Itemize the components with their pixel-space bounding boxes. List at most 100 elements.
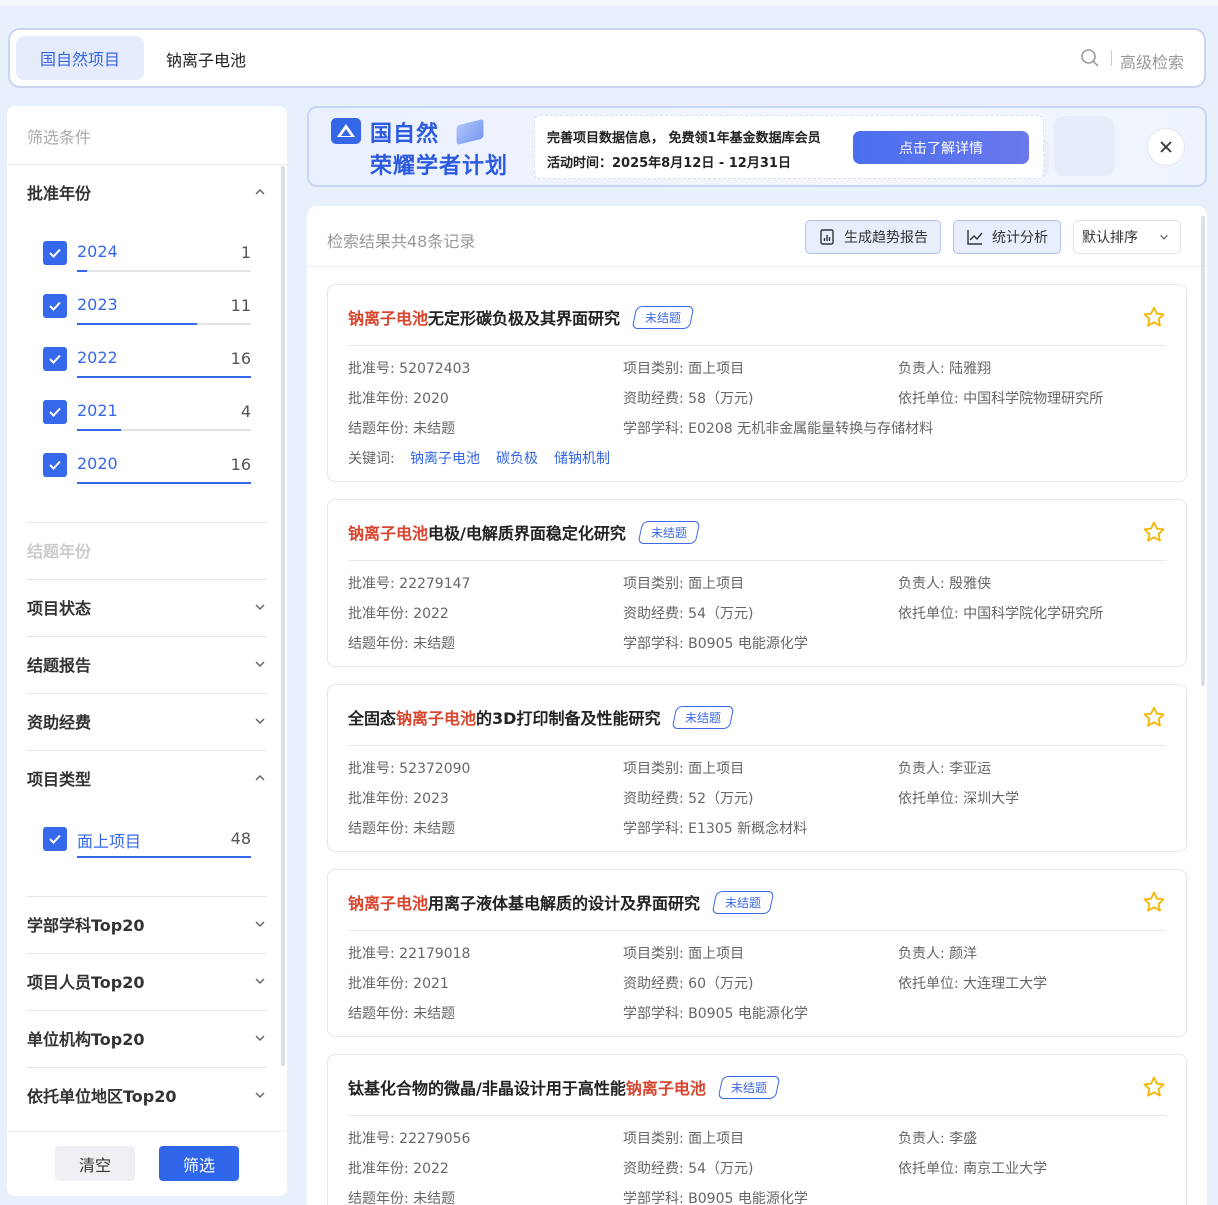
finish-year: 结题年份: 未结题 [348, 821, 456, 837]
banner-title-1: 国自然 [370, 122, 440, 147]
filter-item-year[interactable]: 2023 11 [43, 294, 251, 334]
section-final-report[interactable]: 结题报告 [27, 652, 267, 676]
trend-report-button[interactable]: 生成趋势报告 [805, 220, 941, 254]
checkbox[interactable] [43, 294, 67, 318]
project-title[interactable]: 钛基化合物的微晶/非晶设计用于高性能 钠离子电池 未结题 [348, 1075, 781, 1099]
chevron-down-icon [255, 718, 265, 725]
project-title[interactable]: 钠离子电池 无定形碳负极及其界面研究 未结题 [348, 305, 695, 329]
checkbox[interactable] [43, 453, 67, 477]
keyword-link[interactable]: 碳负极 [496, 448, 538, 468]
checkbox[interactable] [43, 241, 67, 265]
funding-amount: 资助经费: 58（万元) [623, 391, 754, 407]
finish-year: 结题年份: 未结题 [348, 636, 456, 652]
close-icon [1160, 141, 1172, 153]
results-scrollbar[interactable] [1201, 216, 1205, 686]
chevron-up-icon [255, 774, 265, 781]
section-org-top20[interactable]: 单位机构Top20 [27, 1026, 267, 1050]
result-card[interactable]: 钠离子电池 电极/电解质界面稳定化研究 未结题 批准号: 22279147 项目类… [327, 499, 1187, 667]
count-bar-fill [77, 323, 198, 325]
sidebar-scrollbar[interactable] [281, 166, 285, 1066]
filter-item-year[interactable]: 2020 16 [43, 453, 251, 493]
results-panel: 检索结果共48条记录 生成趋势报告 统计分析 默认排序 钠离子电池 无定形碳负极及… [307, 206, 1207, 1205]
approval-number: 批准号: 22279056 [348, 1131, 471, 1147]
project-category: 项目类别: 面上项目 [623, 1131, 745, 1147]
result-card[interactable]: 钛基化合物的微晶/非晶设计用于高性能 钠离子电池 未结题 批准号: 2227905… [327, 1054, 1187, 1205]
result-card[interactable]: 钠离子电池 用离子液体基电解质的设计及界面研究 未结题 批准号: 22179018… [327, 869, 1187, 1037]
title-highlight: 钠离子电池 [396, 709, 477, 728]
section-project-status[interactable]: 项目状态 [27, 595, 267, 619]
host-institution: 依托单位: 大连理工大学 [898, 976, 1048, 992]
section-subject-top20[interactable]: 学部学科Top20 [27, 912, 267, 936]
approval-number: 批准号: 22179018 [348, 946, 471, 962]
section-funding[interactable]: 资助经费 [27, 709, 267, 733]
statistics-label: 统计分析 [992, 230, 1048, 246]
title-prefix: 钛基化合物的微晶/非晶设计用于高性能 [348, 1079, 626, 1098]
funding-amount: 资助经费: 54（万元) [623, 606, 754, 622]
result-card[interactable]: 全固态 钠离子电池 的3D打印制备及性能研究 未结题 批准号: 52372090 项… [327, 684, 1187, 852]
title-highlight: 钠离子电池 [348, 524, 429, 543]
keyword-link[interactable]: 钠离子电池 [410, 448, 480, 468]
filter-item-type[interactable]: 面上项目 48 [43, 827, 251, 867]
star-icon[interactable] [1142, 890, 1166, 914]
section-person-top20[interactable]: 项目人员Top20 [27, 969, 267, 993]
subject-code: 学部学科: B0905 电能源化学 [623, 1006, 808, 1022]
search-divider [1111, 50, 1112, 66]
project-title[interactable]: 全固态 钠离子电池 的3D打印制备及性能研究 未结题 [348, 705, 735, 729]
filter-item-year[interactable]: 2021 4 [43, 400, 251, 440]
divider [27, 1067, 267, 1068]
sort-select[interactable]: 默认排序 [1073, 220, 1181, 254]
filter-button[interactable]: 筛选 [159, 1146, 239, 1181]
section-label: 批准年份 [27, 184, 92, 203]
result-count: 检索结果共48条记录 [327, 232, 476, 251]
checkbox[interactable] [43, 400, 67, 424]
banner-close-button[interactable] [1147, 128, 1185, 166]
scope-tab-nsfc[interactable]: 国自然项目 [16, 36, 144, 80]
divider [348, 745, 1166, 746]
filter-item-year[interactable]: 2022 16 [43, 347, 251, 387]
divider [27, 896, 267, 897]
banner-text-2: 活动时间：2025年8月12日 - 12月31日 [547, 156, 791, 171]
star-icon[interactable] [1142, 520, 1166, 544]
project-title[interactable]: 钠离子电池 用离子液体基电解质的设计及界面研究 未结题 [348, 890, 775, 914]
search-icon[interactable] [1080, 48, 1100, 68]
star-icon[interactable] [1142, 305, 1166, 329]
check-icon [49, 301, 61, 311]
title-highlight: 钠离子电池 [348, 894, 429, 913]
section-label: 项目类型 [27, 770, 92, 789]
finish-year: 结题年份: 未结题 [348, 421, 456, 437]
star-icon[interactable] [1142, 705, 1166, 729]
check-icon [49, 248, 61, 258]
learn-more-button[interactable]: 点击了解详情 [853, 131, 1029, 164]
section-label: 项目状态 [27, 599, 92, 618]
filter-item-year[interactable]: 2024 1 [43, 241, 251, 281]
funding-amount: 资助经费: 54（万元) [623, 1161, 754, 1177]
count-bar-fill [77, 376, 251, 378]
finish-year: 结题年份: 未结题 [348, 1191, 456, 1205]
section-region-top20[interactable]: 依托单位地区Top20 [27, 1083, 267, 1107]
filter-item-count: 11 [230, 296, 251, 315]
project-category: 项目类别: 面上项目 [623, 576, 745, 592]
advanced-search-link[interactable]: 高级检索 [1120, 49, 1184, 73]
section-approve-year[interactable]: 批准年份 [27, 180, 267, 204]
keyword-link[interactable]: 储钠机制 [554, 448, 610, 468]
section-project-type[interactable]: 项目类型 [27, 766, 267, 790]
divider [348, 930, 1166, 931]
result-card[interactable]: 钠离子电池 无定形碳负极及其界面研究 未结题 批准号: 52072403 项目类别… [327, 284, 1187, 482]
sort-label: 默认排序 [1082, 230, 1138, 246]
approve-year: 批准年份: 2022 [348, 606, 449, 622]
approval-number: 批准号: 22279147 [348, 576, 471, 592]
divider [27, 1010, 267, 1011]
chevron-down-icon [1160, 234, 1168, 240]
count-bar-fill [77, 856, 251, 858]
host-institution: 依托单位: 中国科学院物理研究所 [898, 391, 1104, 407]
project-title[interactable]: 钠离子电池 电极/电解质界面稳定化研究 未结题 [348, 520, 701, 544]
clear-button[interactable]: 清空 [55, 1146, 135, 1181]
search-input[interactable]: 钠离子电池 [166, 47, 246, 71]
star-icon[interactable] [1142, 1075, 1166, 1099]
section-finish-year[interactable]: 结题年份 [27, 538, 267, 562]
project-leader: 负责人: 陆雅翔 [898, 361, 992, 377]
checkbox[interactable] [43, 827, 67, 851]
checkbox[interactable] [43, 347, 67, 371]
title-suffix: 用离子液体基电解质的设计及界面研究 [428, 894, 701, 913]
statistics-button[interactable]: 统计分析 [953, 220, 1061, 254]
